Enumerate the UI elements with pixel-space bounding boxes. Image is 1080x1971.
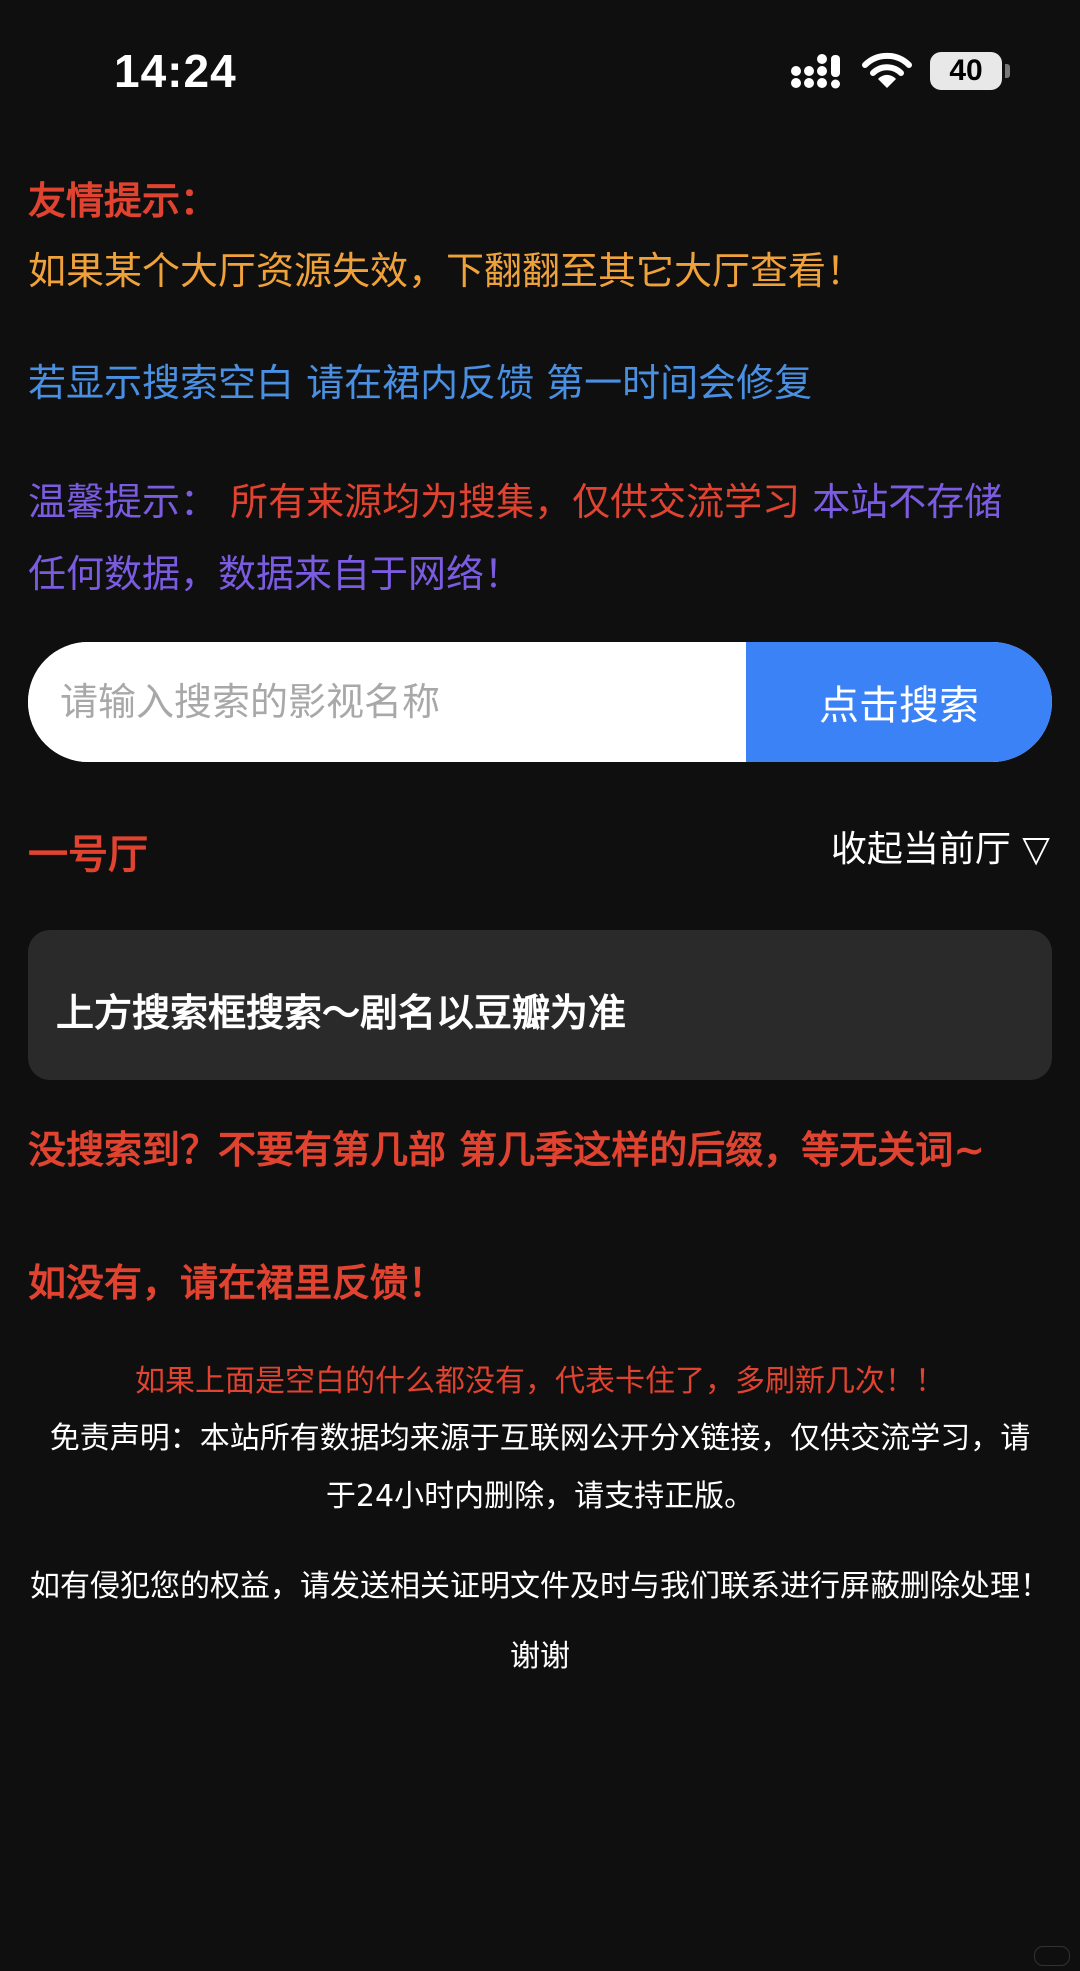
not-found-notice: 没搜索到？不要有第几部 第几季这样的后缀，等无关词~ (28, 1128, 986, 1172)
status-bar: 14:24 40 (0, 0, 1080, 140)
search-button[interactable]: 点击搜索 (746, 642, 1052, 762)
hall-title: 一号厅 (28, 832, 148, 878)
feedback-tip: 若显示搜索空白 请在裙内反馈 第一时间会修复 (28, 361, 813, 405)
search-bar: 点击搜索 (28, 642, 1052, 762)
friendly-tip-text: 如果某个大厅资源失效，下翻翻至其它大厅查看！ (28, 249, 865, 293)
signal-icon (791, 54, 840, 89)
battery-icon: 40 (930, 52, 1002, 90)
warm-tip-red-text: 所有来源均为搜集，仅供交流学习 (230, 480, 801, 524)
hall-card-text: 上方搜索框搜索～剧名以豆瓣为准 (56, 991, 627, 1035)
warm-tip-label: 温馨提示： (28, 480, 219, 524)
warm-tip: 温馨提示： 所有来源均为搜集，仅供交流学习 本站不存储任何数据，数据来自于网络！ (28, 466, 1038, 610)
status-time: 14:24 (114, 45, 237, 97)
disclaimer-text: 免责声明：本站所有数据均来源于互联网公开分X链接，仅供交流学习，请于24小时内删… (49, 1421, 1031, 1514)
hall-result-card: 上方搜索框搜索～剧名以豆瓣为准 (28, 930, 1052, 1080)
friendly-tip-title: 友情提示： (28, 179, 219, 223)
feedback-notice: 如没有，请在裙里反馈！ (28, 1261, 447, 1305)
infringement-notice: 如有侵犯您的权益，请发送相关证明文件及时与我们联系进行屏蔽删除处理！谢谢 (30, 1569, 1050, 1674)
collapse-hall-button[interactable]: 收起当前厅 ▽ (831, 820, 1050, 872)
refresh-tip: 如果上面是空白的什么都没有，代表卡住了，多刷新几次！！ (135, 1364, 945, 1399)
search-input[interactable] (28, 642, 746, 762)
watermark (1034, 1946, 1070, 1966)
battery-cap (1005, 64, 1010, 78)
wifi-icon (862, 52, 912, 88)
